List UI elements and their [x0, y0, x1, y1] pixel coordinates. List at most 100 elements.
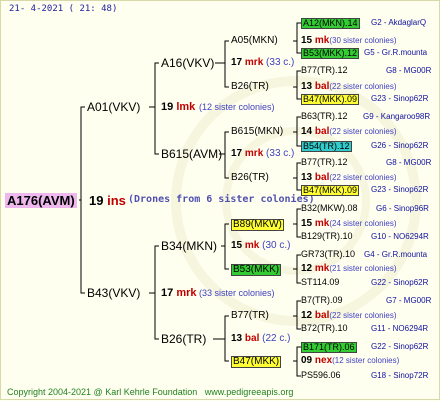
gen3-number-value: 14	[301, 126, 313, 137]
gen4-origin: G8 - MG00R	[386, 158, 432, 167]
gen1-number: 19 lmk	[161, 102, 195, 113]
gen2-queen-label: B34(MKN)	[161, 239, 218, 253]
gen3-number-value: 09	[301, 355, 313, 366]
gen2-queen-label: A16(VKV)	[161, 56, 215, 70]
gen1-note: (12 sister colonies)	[199, 102, 275, 112]
gen1-suffix: mrk	[176, 287, 197, 299]
gen2-note: (30 c.)	[262, 240, 291, 251]
gen4-origin: G22 - Sinop62R	[371, 278, 429, 287]
gen3-suffix: bal	[314, 172, 330, 183]
gen3-number: 14 bal(22 sister colonies)	[301, 127, 397, 137]
gen3-number: 12 mk(21 sister colonies)	[301, 264, 397, 274]
gen2-queen-label: B26(TR)	[161, 332, 207, 346]
gen3-number: 09 nex(12 sister colonies)	[301, 356, 399, 366]
root-queen-label: A176(AVM)	[5, 193, 77, 208]
gen2-number-value: 17	[231, 148, 243, 159]
gen2-number-value: 17	[231, 57, 243, 68]
gen4-queen-label: PS596.06	[301, 370, 341, 380]
gen3-note: (30 sister colonies)	[329, 36, 397, 45]
gen2-number: 17 mrk (33 c.)	[231, 149, 294, 159]
gen3-number-value: 12	[301, 310, 313, 321]
gen2-number: 17 mrk (33 c.)	[231, 58, 294, 68]
gen2-note: (33 c.)	[266, 148, 295, 159]
gen4-origin: G23 - Sinop62R	[371, 94, 429, 103]
gen4-origin: G26 - Sinop62R	[371, 141, 429, 150]
gen4-origin: G8 - MG00R	[386, 66, 432, 75]
root-number-value: 19	[89, 193, 104, 208]
gen3-queen-label: B26(TR)	[231, 81, 269, 92]
gen4-origin: G23 - Sinop62R	[371, 185, 429, 194]
gen3-suffix: nex	[314, 355, 333, 366]
gen4-queen-label: B32(MKW).08	[301, 203, 358, 213]
gen3-number: 15 mk(30 sister colonies)	[301, 36, 397, 46]
gen3-queen-label: B47(MKK)	[231, 356, 282, 368]
gen4-origin: G4 - Gr.R.mounta	[364, 250, 428, 259]
gen1-number-value: 19	[161, 101, 174, 113]
gen3-note: (22 sister colonies)	[329, 82, 397, 91]
gen4-origin: G10 - NO6294R	[371, 232, 429, 241]
gen1-queen-label: B43(VKV)	[87, 286, 141, 300]
gen4-queen-label: B129(TR).10	[301, 231, 353, 241]
gen4-queen-label: B77(TR).12	[301, 65, 348, 75]
copyright-footer: Copyright 2004-2021 @ Karl Kehrle Founda…	[7, 388, 293, 397]
gen2-number: 15 mk (30 c.)	[231, 241, 290, 251]
gen4-origin: G11 - NO6294R	[371, 324, 429, 333]
gen1-note: (33 sister colonies)	[199, 288, 275, 298]
gen4-origin: G22 - Sinop62R	[371, 342, 429, 351]
gen3-queen-label: B615(MKN)	[231, 126, 284, 137]
gen4-origin: G5 - Gr.R.mounta	[364, 48, 428, 57]
gen3-number-value: 12	[301, 263, 313, 274]
gen4-queen-label: B47(MKK).09	[301, 94, 360, 105]
gen3-number-value: 13	[301, 172, 313, 183]
gen3-note: (12 sister colonies)	[332, 356, 400, 365]
copyright-text: Copyright 2004-2021 @ Karl Kehrle Founda…	[7, 387, 198, 397]
gen3-suffix: mk	[314, 263, 330, 274]
gen3-suffix: bal	[314, 310, 330, 321]
date-header: 21- 4-2021 ( 21: 48)	[9, 4, 118, 14]
gen3-number: 13 bal(22 sister colonies)	[301, 173, 397, 183]
pedigree-chart: 21- 4-2021 ( 21: 48) A176(AVM) 19 ins (D…	[0, 0, 440, 400]
gen1-number: 17 mrk	[161, 288, 197, 299]
root-suffix: ins	[107, 193, 126, 208]
gen1-queen-label: A01(VKV)	[87, 100, 141, 114]
gen3-queen-label: B53(MKK)	[231, 264, 282, 276]
gen3-note: (22 sister colonies)	[329, 173, 397, 182]
gen1-number-value: 17	[161, 287, 174, 299]
gen3-suffix: bal	[314, 126, 330, 137]
gen4-queen-label: A12(MKN).14	[301, 18, 360, 29]
gen4-queen-label: B77(TR).12	[301, 157, 348, 167]
gen2-suffix: mrk	[244, 148, 264, 159]
gen4-origin: G9 - Kangaroo98R	[363, 112, 431, 121]
root-number: 19 ins	[89, 194, 126, 207]
gen1-suffix: lmk	[176, 101, 196, 113]
gen3-number-value: 15	[301, 35, 313, 46]
gen3-suffix: mk	[314, 218, 330, 229]
footer-url[interactable]: www.pedigreeapis.org	[205, 387, 294, 397]
gen3-number: 15 mk(24 sister colonies)	[301, 219, 397, 229]
gen2-suffix: bal	[244, 333, 260, 344]
gen4-queen-label: B72(TR).10	[301, 323, 348, 333]
gen4-origin: G6 - Sinop96R	[376, 204, 429, 213]
gen3-queen-label: B26(TR)	[231, 172, 269, 183]
gen3-note: (22 sister colonies)	[329, 311, 397, 320]
gen4-origin: G18 - Sinop72R	[371, 371, 429, 380]
gen2-note: (33 c.)	[266, 57, 295, 68]
gen4-queen-label: B63(TR).12	[301, 111, 348, 121]
gen4-queen-label: B7(TR).09	[301, 295, 343, 305]
gen3-suffix: mk	[314, 35, 330, 46]
gen2-number: 13 bal (22 c.)	[231, 334, 290, 344]
gen3-queen-label: B89(MKW)	[231, 219, 284, 231]
gen2-note: (22 c.)	[262, 333, 291, 344]
gen4-queen-label: GR73(TR).10	[301, 249, 356, 259]
gen4-origin: G7 - MG00R	[386, 296, 432, 305]
root-drones-note: (Drones from 6 sister colonies)	[128, 194, 315, 205]
gen3-suffix: bal	[314, 81, 330, 92]
gen3-number-value: 13	[301, 81, 313, 92]
gen4-queen-label: B171(TR).06	[301, 342, 357, 353]
gen2-queen-label: B615(AVM)	[161, 147, 223, 161]
gen3-note: (22 sister colonies)	[329, 127, 397, 136]
gen3-queen-label: B77(TR)	[231, 310, 269, 321]
gen2-number-value: 15	[231, 240, 243, 251]
gen4-queen-label: B47(MKK).09	[301, 185, 360, 196]
gen3-number: 12 bal(22 sister colonies)	[301, 311, 397, 321]
